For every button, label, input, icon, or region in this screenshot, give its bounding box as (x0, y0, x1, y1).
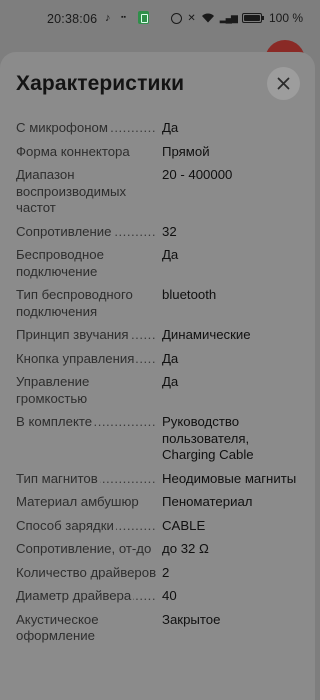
spec-label: Материал амбушюр (16, 494, 162, 511)
spec-label-text: Форма коннектора (16, 143, 132, 159)
spec-label-text: Акустическое оформление (16, 611, 99, 643)
spec-row: Тип магнитов Неодимовые магниты (16, 470, 306, 488)
spec-value: Неодимовые магниты (162, 470, 297, 486)
spec-row: Диапазон воспроизводимых частот 20 - 4000… (16, 167, 306, 217)
spec-label: Акустическое оформление (16, 611, 162, 645)
spec-row: С микрофоном Да (16, 120, 306, 137)
spec-label: С микрофоном (16, 120, 162, 137)
spec-value: Пеноматериал (162, 494, 253, 509)
spec-label: Тип магнитов (16, 470, 162, 488)
spec-row: Кнопка управления Да (16, 350, 306, 368)
spec-value: до 32 Ω (162, 541, 209, 556)
spec-value: Да (162, 120, 179, 135)
battery-percent: 100 % (268, 11, 303, 25)
spec-row: Беспроводное подключение Да (16, 247, 306, 280)
spec-row: Количество драйверов 2 (16, 564, 306, 582)
spec-label-text: Сопротивление (16, 223, 114, 239)
spec-label-text: В комплекте (16, 414, 95, 429)
spec-label: Кнопка управления (16, 350, 162, 368)
status-left-icons: ♪ ▪▪ (105, 11, 149, 24)
signal-icon: ▂▄▆ (219, 12, 238, 23)
status-time: 20:38:06 (47, 12, 98, 26)
spec-row: Управление громкостью Да (16, 374, 306, 407)
spec-row: Способ зарядки CABLE (16, 517, 306, 535)
spec-label-text: Принцип звучания (16, 327, 131, 342)
close-button[interactable] (267, 67, 300, 100)
spec-row: Принцип звучания Динамические (16, 327, 306, 344)
spec-label-text: Управление громкостью (16, 374, 90, 406)
spec-label-text: Кнопка управления (16, 350, 137, 366)
spec-value: Да (162, 350, 179, 366)
spec-label-text: Тип магнитов (16, 470, 100, 486)
sheet-title: Характеристики (16, 72, 185, 95)
tiktok-icon: ♪ (105, 11, 111, 24)
spec-label-text: Материал амбушюр (16, 494, 141, 509)
spec-label: Сопротивление, от-до (16, 541, 162, 558)
status-right-icons: ✕ ▂▄▆ 100 % (171, 11, 303, 25)
spec-value: 32 (162, 223, 177, 239)
spec-value: Закрытое (162, 611, 221, 627)
spec-row: Материал амбушюр Пеноматериал (16, 494, 306, 511)
spec-label-text: Диапазон воспроизводимых частот (16, 167, 127, 215)
close-icon (277, 77, 290, 90)
spec-label: Принцип звучания (16, 327, 162, 344)
spec-label: Тип беспроводного подключения (16, 287, 162, 320)
spec-value: 2 (162, 564, 170, 580)
spec-label: Количество драйверов (16, 564, 162, 582)
spec-label: Способ зарядки (16, 517, 162, 535)
spec-row: Сопротивление, от-до до 32 Ω (16, 541, 306, 558)
spec-row: Акустическое оформление Закрытое (16, 611, 306, 645)
spec-row: Форма коннектора Прямой (16, 143, 306, 161)
spec-label: Диапазон воспроизводимых частот (16, 167, 162, 217)
spec-label-text: Способ зарядки (16, 517, 116, 533)
status-bar: 20:38:06 ♪ ▪▪ ✕ ▂▄▆ 100 % (0, 0, 315, 40)
spec-value: Да (162, 374, 179, 389)
spec-label-text: Диаметр драйвера (16, 588, 134, 603)
spec-label: Сопротивление (16, 223, 162, 241)
km-icon: ▪▪ (121, 14, 126, 21)
wifi-icon (201, 13, 214, 23)
spec-value: bluetooth (162, 287, 217, 302)
spec-value: 40 (162, 588, 177, 603)
spec-label-text: Беспроводное подключение (16, 247, 104, 279)
app-icon (138, 11, 149, 24)
spec-value: Руководство пользователя, Charging Cable (162, 414, 254, 462)
spec-label: В комплекте (16, 414, 162, 431)
spec-value: Динамические (162, 327, 251, 342)
spec-label: Форма коннектора (16, 143, 162, 161)
mute-icon: ✕ (187, 12, 196, 24)
spec-label: Беспроводное подключение (16, 247, 162, 280)
spec-label-text: С микрофоном (16, 120, 110, 135)
specs-list: С микрофоном Да Форма коннектора Прямой Диап… (16, 120, 306, 652)
spec-row: Диаметр драйвера 40 (16, 588, 306, 605)
battery-icon (241, 13, 264, 23)
characteristics-sheet: Характеристики С микрофоном Да Форма конне… (0, 52, 315, 700)
spec-label: Управление громкостью (16, 374, 162, 407)
spec-value: Прямой (162, 143, 210, 159)
spec-row: В комплекте Руководство пользователя, Cha… (16, 414, 306, 464)
spec-value: CABLE (162, 517, 206, 533)
spec-label-text: Сопротивление, от-до (16, 541, 154, 556)
spec-row: Сопротивление 32 (16, 223, 306, 241)
spec-label-text: Количество драйверов (16, 564, 159, 580)
spec-label: Диаметр драйвера (16, 588, 162, 605)
alarm-icon (171, 12, 183, 24)
spec-value: 20 - 400000 (162, 167, 233, 182)
spec-label-text: Тип беспроводного подключения (16, 287, 133, 319)
spec-value: Да (162, 247, 179, 262)
spec-row: Тип беспроводного подключения bluetooth (16, 287, 306, 320)
